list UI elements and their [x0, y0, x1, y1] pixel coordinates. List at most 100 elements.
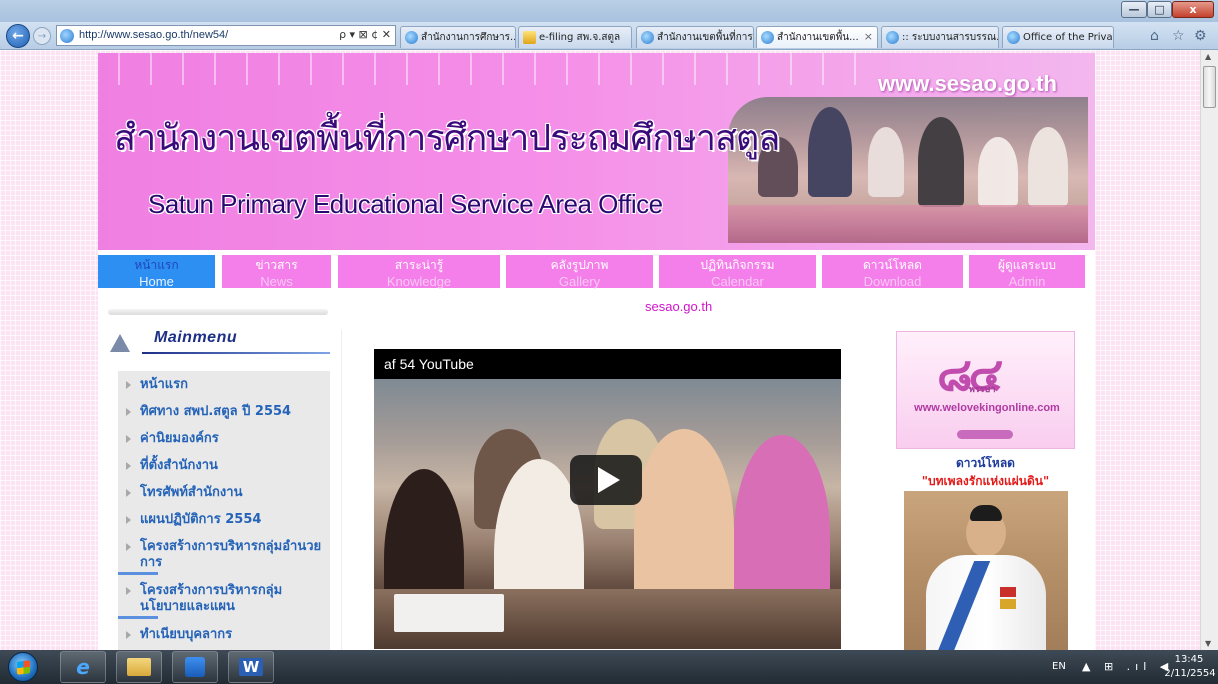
forward-arrow-icon: → [37, 30, 47, 42]
tools-gear-icon[interactable]: ⚙ [1194, 28, 1207, 44]
taskbar-media-button[interactable] [172, 651, 218, 683]
menu-knowledge[interactable]: สาระน่ารู้ Knowledge [338, 255, 500, 289]
windows-taskbar: e W EN ▲ ⊞ .ıl ◀ 13:45 2/11/2554 [0, 650, 1218, 684]
mainmenu-underline [142, 352, 330, 354]
arrow-right-icon [126, 435, 131, 443]
ie-favicon-icon [60, 29, 74, 43]
scroll-up-icon[interactable]: ▲ [1205, 52, 1211, 61]
arrow-right-icon [126, 516, 131, 524]
menu-calendar[interactable]: ปฏิทินกิจกรรม Calendar [659, 255, 816, 289]
sidebar-item-label: แผนปฏิบัติการ 2554 [140, 512, 262, 527]
word-icon: W [238, 658, 264, 676]
page-viewport: www.sesao.go.th สำนักงานเขตพื้นที่การศึก… [0, 50, 1200, 650]
menu-label-thai: คลังรูปภาพ [550, 258, 609, 272]
web-page: www.sesao.go.th สำนักงานเขตพื้นที่การศึก… [98, 53, 1095, 650]
start-button[interactable] [8, 652, 38, 682]
sidebar-item-label: โครงสร้างการบริหารกลุ่มนโยบายและแผน [140, 583, 283, 614]
ie-icon [886, 31, 899, 44]
taskbar-word-button[interactable]: W [228, 651, 274, 683]
browser-tab[interactable]: e-filing สพ.จ.สตูล [518, 26, 632, 48]
maximize-button[interactable]: □ [1147, 1, 1172, 18]
menu-label-english: Download [863, 274, 922, 289]
address-tools[interactable]: ρ ▾ ⊠ ¢ ✕ [339, 28, 391, 41]
browser-tab[interactable]: สำนักงานการศึกษาร... [400, 26, 516, 48]
menu-label-english: Calendar [711, 274, 764, 289]
window-titlebar: — □ x [0, 0, 1218, 22]
sidebar-item-location[interactable]: ที่ตั้งสำนักงาน [118, 458, 330, 476]
sidebar-item-label: โทรศัพท์สำนักงาน [140, 485, 243, 500]
menu-news[interactable]: ข่าวสาร News [222, 255, 331, 289]
menu-home[interactable]: หน้าแรก Home [98, 255, 215, 289]
sidebar-item-values[interactable]: ค่านิยมองค์กร [118, 431, 330, 449]
clock-time[interactable]: 13:45 [1166, 654, 1212, 665]
close-window-button[interactable]: x [1172, 1, 1214, 18]
mail-icon [523, 31, 536, 44]
site-title-english: Satun Primary Educational Service Area O… [148, 189, 663, 219]
arrow-right-icon [126, 381, 131, 389]
menu-label-thai: ผู้ดูแลระบบ [997, 258, 1057, 272]
menu-label-english: Admin [1008, 274, 1046, 289]
menu-label-english: Knowledge [386, 274, 452, 289]
site-header-banner: www.sesao.go.th สำนักงานเขตพื้นที่การศึก… [98, 53, 1095, 250]
favorites-star-icon[interactable]: ☆ [1172, 28, 1185, 44]
media-player-icon [185, 657, 205, 677]
minimize-button[interactable]: — [1121, 1, 1147, 18]
sidebar-item-staff-directory[interactable]: ทำเนียบบุคลากร [118, 627, 330, 645]
ie-icon [1007, 31, 1020, 44]
menu-admin[interactable]: ผู้ดูแลระบบ Admin [969, 255, 1085, 289]
forward-button[interactable]: → [33, 27, 51, 45]
sidebar-item-phone[interactable]: โทรศัพท์สำนักงาน [118, 485, 330, 503]
sidebar-item-action-plan[interactable]: แผนปฏิบัติการ 2554 [118, 512, 330, 530]
sidebar-item-direction[interactable]: ทิศทาง สพป.สตูล ปี 2554 [118, 404, 330, 422]
home-icon[interactable]: ⌂ [1150, 28, 1159, 44]
sidebar-item-admin-structure[interactable]: โครงสร้างการบริหารกลุ่มอำนวยการ [118, 539, 330, 573]
king-banner-button[interactable] [957, 430, 1013, 439]
taskbar-ie-button[interactable]: e [60, 651, 106, 683]
language-indicator[interactable]: EN [1052, 661, 1066, 672]
play-button[interactable] [570, 455, 642, 505]
back-button[interactable]: ← [6, 24, 30, 48]
menu-label-thai: สาระน่ารู้ [394, 258, 444, 272]
address-bar[interactable]: http://www.sesao.go.th/new54/ ρ ▾ ⊠ ¢ ✕ [56, 25, 396, 46]
video-thumbnail[interactable] [374, 379, 841, 649]
king-logo-subtitle: พรรษา [969, 385, 996, 395]
royal-portrait-image[interactable] [904, 491, 1068, 650]
browser-tab-active[interactable]: สำนักงานเขตพื้น... × [756, 26, 878, 48]
video-title[interactable]: af 54 YouTube [384, 356, 474, 372]
windows-logo-icon [17, 660, 30, 675]
sidebar-separator [118, 616, 158, 619]
ie-icon [405, 31, 418, 44]
scroll-thumb[interactable] [1203, 66, 1216, 108]
download-label[interactable]: ดาวน์โหลด [896, 454, 1075, 473]
browser-tab[interactable]: Office of the Priva... [1002, 26, 1114, 48]
menu-gallery[interactable]: คลังรูปภาพ Gallery [506, 255, 653, 289]
king-site-url[interactable]: www.welovekingonline.com [903, 402, 1071, 414]
sidebar-item-policy-structure[interactable]: โครงสร้างการบริหารกลุ่มนโยบายและแผน [118, 583, 330, 617]
page-scrollbar[interactable]: ▲ ▼ [1200, 50, 1218, 650]
download-song-link[interactable]: "บทเพลงรักแห่งแผ่นดิน" [890, 472, 1081, 491]
clock-date[interactable]: 2/11/2554 [1164, 668, 1216, 679]
arrow-right-icon [126, 489, 131, 497]
menu-label-thai: ข่าวสาร [255, 258, 298, 272]
mainmenu-header: Mainmenu [108, 326, 330, 360]
header-classroom-photo [728, 97, 1088, 243]
browser-tab[interactable]: :: ระบบงานสารบรรณ... [881, 26, 999, 48]
menu-label-english: Home [139, 274, 174, 289]
arrow-right-icon [126, 462, 131, 470]
youtube-video-player[interactable]: af 54 YouTube [374, 349, 841, 649]
browser-tab[interactable]: สำนักงานเขตพื้นที่การ... [636, 26, 754, 48]
tray-icons[interactable]: ▲ ⊞ .ıl ◀ [1082, 660, 1173, 673]
back-arrow-icon: ← [12, 28, 24, 44]
folder-icon [127, 658, 151, 676]
site-menu-bar: หน้าแรก Home ข่าวสาร News สาระน่ารู้ Kno… [98, 253, 1095, 289]
arrow-right-icon [126, 587, 131, 595]
scrolling-marquee: sesao.go.th [645, 299, 713, 314]
sidebar-menu-list: หน้าแรก ทิศทาง สพป.สตูล ปี 2554 ค่านิยมอ… [118, 371, 330, 650]
we-love-king-banner[interactable]: ๘๔ พรรษา www.welovekingonline.com [896, 331, 1075, 449]
menu-download[interactable]: ดาวน์โหลด Download [822, 255, 963, 289]
close-tab-icon[interactable]: × [864, 30, 873, 43]
url-text[interactable]: http://www.sesao.go.th/new54/ [79, 29, 228, 41]
taskbar-explorer-button[interactable] [116, 651, 162, 683]
scroll-down-icon[interactable]: ▼ [1205, 639, 1211, 648]
sidebar-item-home[interactable]: หน้าแรก [118, 377, 330, 395]
